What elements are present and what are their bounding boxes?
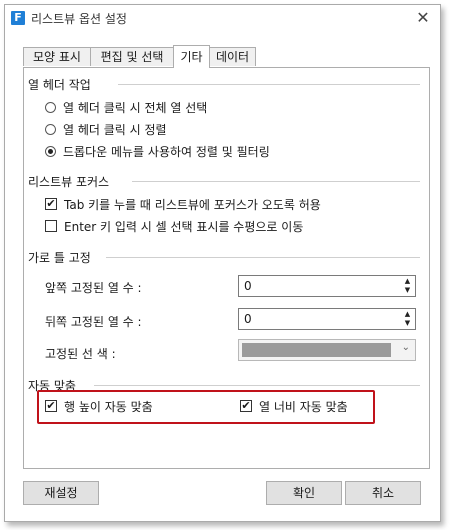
spin-down-icon[interactable]: ▼ xyxy=(403,319,412,328)
check-col-width-autofit[interactable]: ✔ 열 너비 자동 맞춤 xyxy=(240,397,348,415)
checkbox[interactable] xyxy=(45,220,57,232)
check-tab-focus[interactable]: ✔ Tab 키를 누를 때 리스트뷰에 포커스가 오도록 허용 xyxy=(45,195,321,213)
checkbox-label: 행 높이 자동 맞춤 xyxy=(64,399,153,414)
front-frozen-spinner[interactable]: 0 ▲ ▼ xyxy=(238,275,416,297)
app-icon: F xyxy=(11,11,25,25)
checkbox-label: 열 너비 자동 맞춤 xyxy=(259,399,348,414)
radio-dropdown-sort-filter[interactable]: 드롭다운 메뉴를 사용하여 정렬 및 필터링 xyxy=(45,142,270,160)
radio-label: 열 헤더 클릭 시 정렬 xyxy=(63,122,167,137)
radio-sort[interactable]: 열 헤더 클릭 시 정렬 xyxy=(45,120,167,138)
radio-label: 열 헤더 클릭 시 전체 열 선택 xyxy=(63,100,208,115)
ok-button[interactable]: 확인 xyxy=(266,481,342,505)
spinner-value[interactable]: 0 xyxy=(244,279,252,293)
check-row-height-autofit[interactable]: ✔ 행 높이 자동 맞춤 xyxy=(45,397,153,415)
spinner-arrows[interactable]: ▲ ▼ xyxy=(403,310,412,328)
checkbox-label: Enter 키 입력 시 셀 선택 표시를 수평으로 이동 xyxy=(64,219,304,234)
checkbox-checked[interactable]: ✔ xyxy=(45,198,57,210)
back-frozen-label: 뒤쪽 고정된 열 수 : xyxy=(45,315,142,329)
radio-button[interactable] xyxy=(45,101,56,113)
radio-label: 드롭다운 메뉴를 사용하여 정렬 및 필터링 xyxy=(63,144,270,159)
group-divider xyxy=(118,84,420,85)
group-title-focus: 리스트뷰 포커스 xyxy=(28,175,110,189)
title-bar: F 리스트뷰 옵션 설정 ✕ xyxy=(5,5,440,31)
line-color-dropdown[interactable]: ⌄ xyxy=(238,339,416,361)
tab-edit-select[interactable]: 편집 및 선택 xyxy=(90,47,174,66)
options-dialog: F 리스트뷰 옵션 설정 ✕ 모양 표시 편집 및 선택 기타 데이터 열 헤더… xyxy=(4,4,441,522)
radio-select-column[interactable]: 열 헤더 클릭 시 전체 열 선택 xyxy=(45,98,207,116)
check-enter-horizontal[interactable]: Enter 키 입력 시 셀 선택 표시를 수평으로 이동 xyxy=(45,217,303,235)
reset-button[interactable]: 재설정 xyxy=(23,481,99,505)
line-color-label: 고정된 선 색 : xyxy=(45,347,116,361)
dialog-title: 리스트뷰 옵션 설정 xyxy=(31,12,127,26)
tab-data[interactable]: 데이터 xyxy=(209,47,256,66)
tab-misc[interactable]: 기타 xyxy=(173,45,210,68)
spin-down-icon[interactable]: ▼ xyxy=(403,286,412,295)
front-frozen-label: 앞쪽 고정된 열 수 : xyxy=(45,281,142,295)
group-divider xyxy=(106,257,420,258)
radio-button-selected[interactable] xyxy=(45,145,56,157)
group-title-column-header: 열 헤더 작업 xyxy=(28,78,91,92)
tab-panel-misc: 열 헤더 작업 열 헤더 클릭 시 전체 열 선택 열 헤더 클릭 시 정렬 드… xyxy=(23,67,430,469)
spinner-value[interactable]: 0 xyxy=(244,312,252,326)
color-swatch xyxy=(242,343,391,357)
cancel-button[interactable]: 취소 xyxy=(345,481,421,505)
chevron-down-icon[interactable]: ⌄ xyxy=(402,342,410,353)
group-title-freeze: 가로 틀 고정 xyxy=(28,251,91,265)
close-button[interactable]: ✕ xyxy=(412,8,434,28)
tab-appearance[interactable]: 모양 표시 xyxy=(23,47,91,66)
spin-up-icon[interactable]: ▲ xyxy=(403,310,412,319)
back-frozen-spinner[interactable]: 0 ▲ ▼ xyxy=(238,308,416,330)
spin-up-icon[interactable]: ▲ xyxy=(403,277,412,286)
group-divider xyxy=(132,181,420,182)
group-divider xyxy=(94,385,420,386)
close-icon: ✕ xyxy=(416,8,430,27)
spinner-arrows[interactable]: ▲ ▼ xyxy=(403,277,412,295)
checkbox-label: Tab 키를 누를 때 리스트뷰에 포커스가 오도록 허용 xyxy=(64,197,321,212)
checkbox-checked[interactable]: ✔ xyxy=(240,400,252,412)
radio-button[interactable] xyxy=(45,123,56,135)
checkbox-checked[interactable]: ✔ xyxy=(45,400,57,412)
